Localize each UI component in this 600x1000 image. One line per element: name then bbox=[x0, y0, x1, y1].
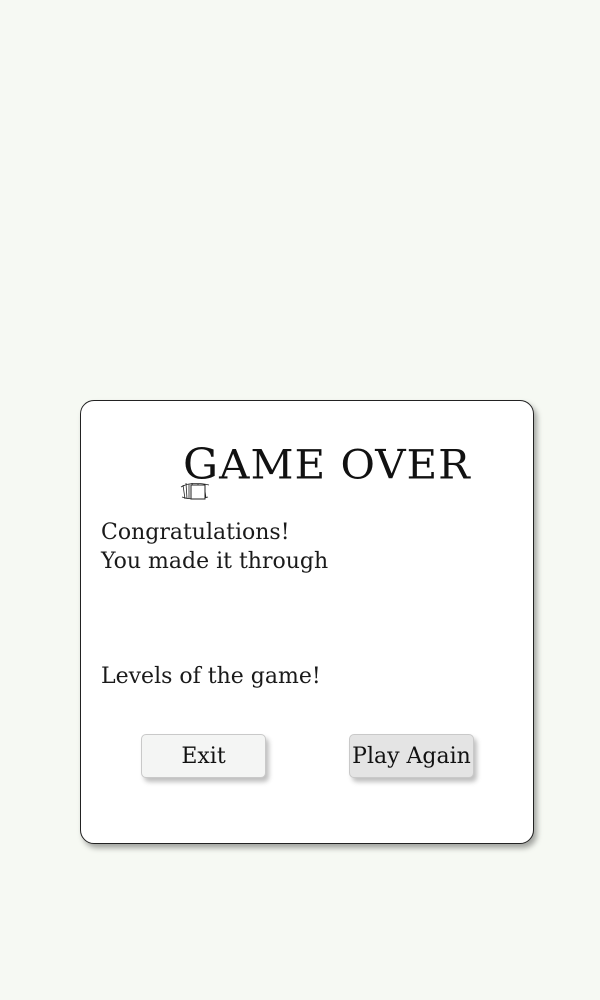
congratulations-text: Congratulations! bbox=[101, 520, 290, 545]
game-over-title-text: GAME OVER bbox=[183, 440, 471, 489]
levels-of-game-text: Levels of the game! bbox=[101, 664, 321, 689]
exit-button[interactable]: Exit bbox=[141, 734, 266, 778]
game-over-title: GAME OVER bbox=[177, 437, 470, 507]
made-it-through-text: You made it through bbox=[101, 549, 329, 574]
game-over-dialog: GAME OVER Congratulations! You made it t… bbox=[80, 400, 534, 844]
game-stage: GAME OVER Congratulations! You made it t… bbox=[0, 0, 600, 1000]
play-again-button[interactable]: Play Again bbox=[349, 734, 474, 778]
